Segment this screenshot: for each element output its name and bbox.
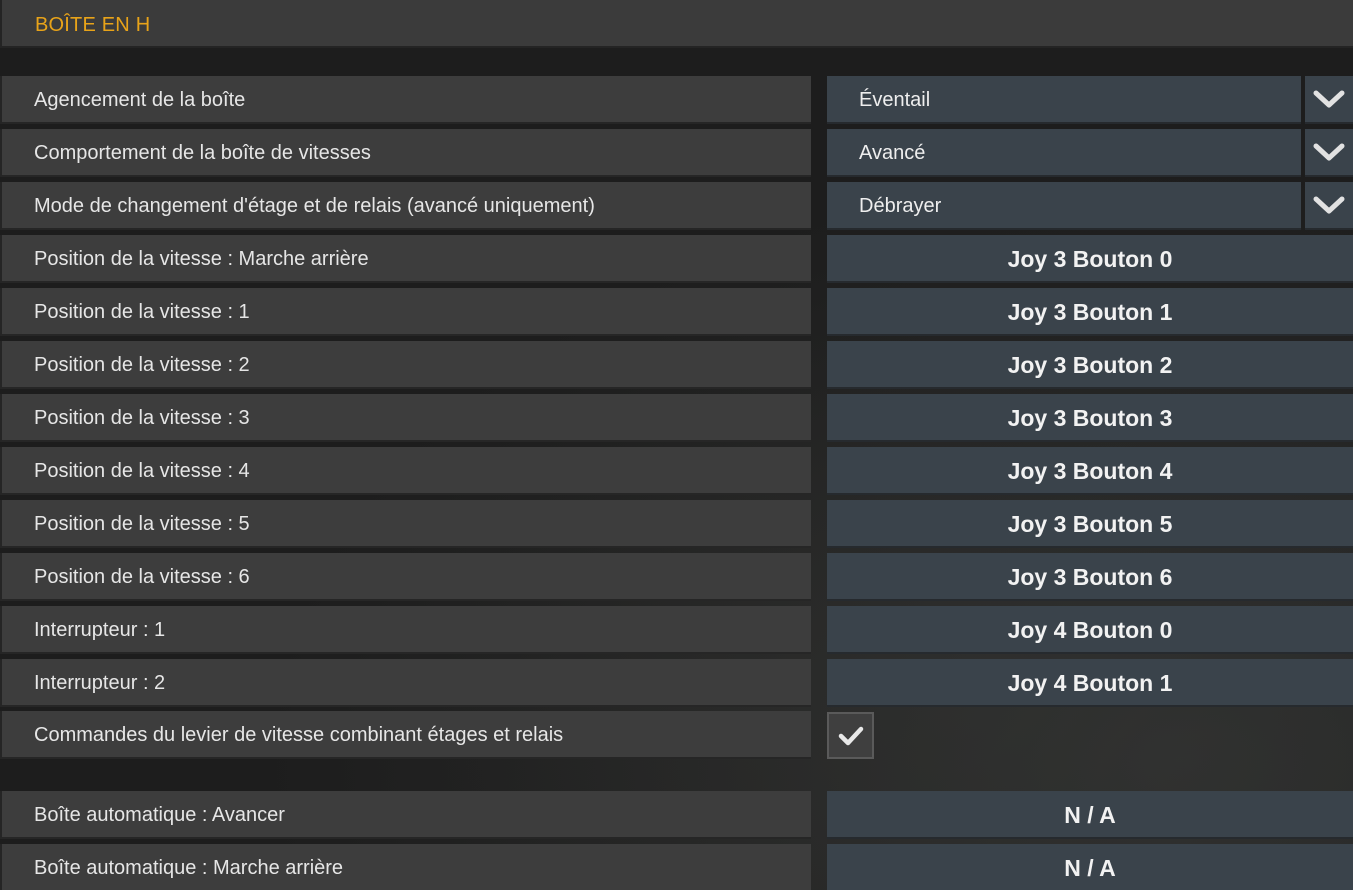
setting-label: Position de la vitesse : 5 bbox=[34, 513, 250, 535]
setting-row-switch-1: Interrupteur : 1 Joy 4 Bouton 0 bbox=[0, 606, 1353, 654]
setting-label: Agencement de la boîte bbox=[34, 89, 246, 111]
range-splitter-mode-dropdown[interactable]: Débrayer bbox=[827, 182, 1301, 230]
setting-row-combined-shifter: Commandes du levier de vitesse combinant… bbox=[0, 711, 1353, 759]
setting-label-cell: Commandes du levier de vitesse combinant… bbox=[0, 711, 811, 759]
gear-2-binding-button[interactable]: Joy 3 Bouton 2 bbox=[827, 341, 1353, 389]
switch-2-binding-button[interactable]: Joy 4 Bouton 1 bbox=[827, 659, 1353, 707]
gear-6-binding-button[interactable]: Joy 3 Bouton 6 bbox=[827, 553, 1353, 601]
setting-row-switch-2: Interrupteur : 2 Joy 4 Bouton 1 bbox=[0, 659, 1353, 707]
setting-row-gearbox-behavior: Comportement de la boîte de vitesses Ava… bbox=[0, 129, 1353, 177]
setting-label: Boîte automatique : Marche arrière bbox=[34, 857, 344, 879]
setting-row-auto-forward: Boîte automatique : Avancer N / A bbox=[0, 791, 1353, 839]
setting-label-cell: Position de la vitesse : Marche arrière bbox=[0, 235, 811, 283]
setting-label: Mode de changement d'étage et de relais … bbox=[34, 195, 595, 217]
setting-label-cell: Position de la vitesse : 5 bbox=[0, 500, 811, 548]
setting-label: Comportement de la boîte de vitesses bbox=[34, 142, 371, 164]
setting-label-cell: Boîte automatique : Avancer bbox=[0, 791, 811, 839]
setting-row-gear-6: Position de la vitesse : 6 Joy 3 Bouton … bbox=[0, 553, 1353, 601]
dropdown-value: Éventail bbox=[859, 89, 931, 111]
gearbox-layout-dropdown[interactable]: Éventail bbox=[827, 76, 1301, 124]
setting-row-gear-4: Position de la vitesse : 4 Joy 3 Bouton … bbox=[0, 447, 1353, 495]
setting-label-cell: Position de la vitesse : 2 bbox=[0, 341, 811, 389]
gearbox-layout-dropdown-toggle[interactable] bbox=[1305, 76, 1353, 124]
setting-label-cell: Boîte automatique : Marche arrière bbox=[0, 844, 811, 890]
setting-label-cell: Position de la vitesse : 4 bbox=[0, 447, 811, 495]
setting-label-cell: Agencement de la boîte bbox=[0, 76, 811, 124]
dropdown-value: Avancé bbox=[859, 142, 926, 164]
combined-shifter-checkbox[interactable] bbox=[827, 712, 874, 759]
checkmark-icon bbox=[838, 726, 863, 745]
setting-label-cell: Position de la vitesse : 6 bbox=[0, 553, 811, 601]
gear-4-binding-button[interactable]: Joy 3 Bouton 4 bbox=[827, 447, 1353, 495]
dropdown-value: Débrayer bbox=[859, 195, 942, 217]
gear-3-binding-button[interactable]: Joy 3 Bouton 3 bbox=[827, 394, 1353, 442]
setting-row-gearbox-layout: Agencement de la boîte Éventail bbox=[0, 76, 1353, 124]
gear-reverse-binding-button[interactable]: Joy 3 Bouton 0 bbox=[827, 235, 1353, 283]
setting-label: Position de la vitesse : Marche arrière bbox=[34, 248, 369, 270]
chevron-down-icon bbox=[1313, 143, 1345, 161]
setting-label: Commandes du levier de vitesse combinant… bbox=[34, 724, 564, 746]
setting-label: Boîte automatique : Avancer bbox=[34, 804, 285, 826]
setting-label: Interrupteur : 1 bbox=[34, 619, 166, 641]
gearbox-behavior-dropdown[interactable]: Avancé bbox=[827, 129, 1301, 177]
setting-label: Position de la vitesse : 3 bbox=[34, 407, 250, 429]
setting-row-gear-5: Position de la vitesse : 5 Joy 3 Bouton … bbox=[0, 500, 1353, 548]
gearbox-behavior-dropdown-toggle[interactable] bbox=[1305, 129, 1353, 177]
range-splitter-mode-dropdown-toggle[interactable] bbox=[1305, 182, 1353, 230]
setting-label-cell: Position de la vitesse : 3 bbox=[0, 394, 811, 442]
chevron-down-icon bbox=[1313, 90, 1345, 108]
setting-label-cell: Position de la vitesse : 1 bbox=[0, 288, 811, 336]
setting-label-cell: Comportement de la boîte de vitesses bbox=[0, 129, 811, 177]
section-header: BOÎTE EN H bbox=[0, 0, 1353, 48]
gear-1-binding-button[interactable]: Joy 3 Bouton 1 bbox=[827, 288, 1353, 336]
section-title: BOÎTE EN H bbox=[35, 14, 151, 36]
setting-row-gear-2: Position de la vitesse : 2 Joy 3 Bouton … bbox=[0, 341, 1353, 389]
setting-row-range-splitter-mode: Mode de changement d'étage et de relais … bbox=[0, 182, 1353, 230]
setting-label-cell: Interrupteur : 2 bbox=[0, 659, 811, 707]
setting-label-cell: Interrupteur : 1 bbox=[0, 606, 811, 654]
setting-row-gear-3: Position de la vitesse : 3 Joy 3 Bouton … bbox=[0, 394, 1353, 442]
switch-1-binding-button[interactable]: Joy 4 Bouton 0 bbox=[827, 606, 1353, 654]
setting-row-auto-reverse: Boîte automatique : Marche arrière N / A bbox=[0, 844, 1353, 890]
setting-label: Position de la vitesse : 4 bbox=[34, 460, 250, 482]
setting-row-gear-reverse: Position de la vitesse : Marche arrière … bbox=[0, 235, 1353, 283]
setting-label: Interrupteur : 2 bbox=[34, 672, 166, 694]
setting-label: Position de la vitesse : 1 bbox=[34, 301, 250, 323]
settings-page: BOÎTE EN H Agencement de la boîte Éventa… bbox=[0, 0, 1353, 890]
setting-label: Position de la vitesse : 6 bbox=[34, 566, 250, 588]
auto-reverse-binding-button[interactable]: N / A bbox=[827, 844, 1353, 890]
setting-row-gear-1: Position de la vitesse : 1 Joy 3 Bouton … bbox=[0, 288, 1353, 336]
setting-label-cell: Mode de changement d'étage et de relais … bbox=[0, 182, 811, 230]
setting-label: Position de la vitesse : 2 bbox=[34, 354, 250, 376]
gear-5-binding-button[interactable]: Joy 3 Bouton 5 bbox=[827, 500, 1353, 548]
chevron-down-icon bbox=[1313, 196, 1345, 214]
auto-forward-binding-button[interactable]: N / A bbox=[827, 791, 1353, 839]
